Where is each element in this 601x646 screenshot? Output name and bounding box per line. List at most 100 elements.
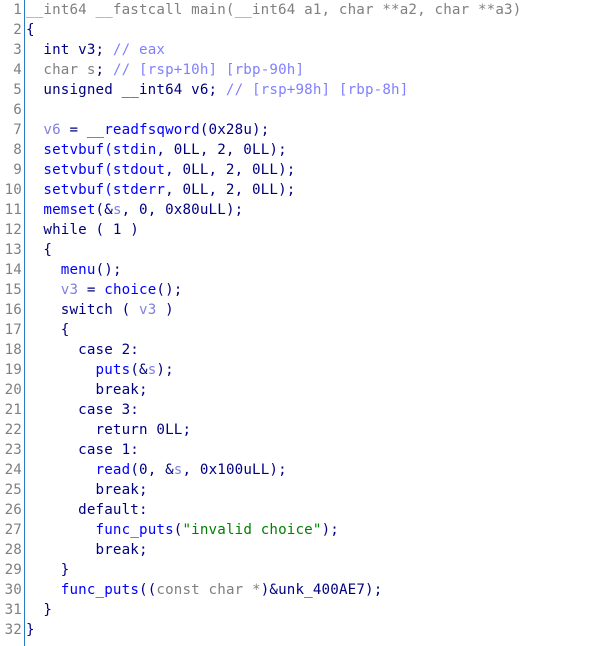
code-text[interactable]: int v3; // eax	[26, 40, 165, 60]
code-line[interactable]: 6	[0, 100, 521, 120]
code-line[interactable]: 4 char s; // [rsp+10h] [rbp-90h]	[0, 60, 521, 80]
code-token[interactable]: func_puts	[96, 522, 174, 538]
code-token[interactable]: menu	[61, 262, 96, 278]
code-token[interactable]: setvbuf(stderr	[43, 182, 165, 198]
code-token[interactable]: ((	[139, 582, 156, 598]
code-text[interactable]: default:	[26, 500, 148, 520]
code-token[interactable]: // [rsp+98h] [rbp-8h]	[226, 82, 409, 98]
code-token[interactable]: }	[26, 622, 35, 638]
code-token[interactable]: puts	[96, 362, 131, 378]
code-token[interactable]: case 2:	[26, 342, 139, 358]
code-line[interactable]: 29 }	[0, 560, 521, 580]
code-line[interactable]: 15 v3 = choice();	[0, 280, 521, 300]
code-text[interactable]: unsigned __int64 v6; // [rsp+98h] [rbp-8…	[26, 80, 408, 100]
code-token[interactable]: setvbuf(stdin	[43, 142, 156, 158]
code-line[interactable]: 21 case 3:	[0, 400, 521, 420]
code-line[interactable]: 12 while ( 1 )	[0, 220, 521, 240]
code-token[interactable]	[26, 142, 43, 158]
code-token[interactable]: __readfsqword	[87, 122, 200, 138]
code-token[interactable]: =	[61, 122, 87, 138]
code-text[interactable]: case 1:	[26, 440, 139, 460]
code-token[interactable]: unsigned __int64 v6;	[26, 82, 226, 98]
code-text[interactable]: case 2:	[26, 340, 139, 360]
code-token[interactable]: , 0x100uLL);	[183, 462, 287, 478]
code-text[interactable]: char s; // [rsp+10h] [rbp-90h]	[26, 60, 304, 80]
code-token[interactable]: char s	[26, 62, 96, 78]
code-line[interactable]: 11 memset(&s, 0, 0x80uLL);	[0, 200, 521, 220]
code-line[interactable]: 5 unsigned __int64 v6; // [rsp+98h] [rbp…	[0, 80, 521, 100]
code-token[interactable]: (&	[130, 362, 147, 378]
code-text[interactable]: }	[26, 600, 52, 620]
code-token[interactable]: // [rsp+10h] [rbp-90h]	[113, 62, 304, 78]
code-line[interactable]: 10 setvbuf(stderr, 0LL, 2, 0LL);	[0, 180, 521, 200]
code-token[interactable]: ;	[96, 62, 113, 78]
code-line[interactable]: 8 setvbuf(stdin, 0LL, 2, 0LL);	[0, 140, 521, 160]
code-token[interactable]: {	[26, 242, 52, 258]
code-text[interactable]: while ( 1 )	[26, 220, 139, 240]
code-line[interactable]: 14 menu();	[0, 260, 521, 280]
code-token[interactable]: )	[156, 302, 174, 318]
code-text[interactable]: func_puts((const char *)&unk_400AE7);	[26, 580, 382, 600]
code-text[interactable]: {	[26, 240, 52, 260]
code-token[interactable]: {	[26, 22, 35, 38]
code-token[interactable]: (&	[96, 202, 113, 218]
code-token[interactable]	[26, 522, 96, 538]
code-token[interactable]: s	[113, 202, 122, 218]
code-token[interactable]	[26, 202, 43, 218]
code-token[interactable]: =	[78, 282, 104, 298]
code-line[interactable]: 1 __int64 __fastcall main(__int64 a1, cha…	[0, 0, 521, 20]
code-token[interactable]: break;	[26, 482, 148, 498]
code-line[interactable]: 9 setvbuf(stdout, 0LL, 2, 0LL);	[0, 160, 521, 180]
code-text[interactable]: {	[26, 320, 70, 340]
code-token[interactable]: const char *	[156, 582, 260, 598]
code-text[interactable]: __int64 __fastcall main(__int64 a1, char…	[26, 0, 521, 20]
code-text[interactable]: }	[26, 560, 70, 580]
code-line[interactable]: 27 func_puts("invalid choice");	[0, 520, 521, 540]
code-token[interactable]: setvbuf(stdout	[43, 162, 165, 178]
code-token[interactable]: , 0LL, 2, 0LL);	[156, 142, 286, 158]
code-line[interactable]: 13 {	[0, 240, 521, 260]
code-token[interactable]: v3	[139, 302, 156, 318]
code-line[interactable]: 3 int v3; // eax	[0, 40, 521, 60]
code-token[interactable]	[26, 582, 61, 598]
code-token[interactable]: __int64 __fastcall main(__int64 a1, char…	[26, 2, 521, 18]
code-line[interactable]: 30 func_puts((const char *)&unk_400AE7);	[0, 580, 521, 600]
code-line[interactable]: 26 default:	[0, 500, 521, 520]
code-token[interactable]	[26, 122, 43, 138]
code-token[interactable]: return 0LL;	[26, 422, 191, 438]
code-token[interactable]: case 1:	[26, 442, 139, 458]
code-token[interactable]: while ( 1 )	[26, 222, 139, 238]
code-token[interactable]: case 3:	[26, 402, 139, 418]
code-line[interactable]: 17 {	[0, 320, 521, 340]
code-token[interactable]: int v3;	[26, 42, 113, 58]
code-token[interactable]: read	[96, 462, 131, 478]
code-line[interactable]: 32}	[0, 620, 521, 640]
code-text[interactable]: puts(&s);	[26, 360, 174, 380]
code-text[interactable]: v3 = choice();	[26, 280, 183, 300]
code-line[interactable]: 19 puts(&s);	[0, 360, 521, 380]
code-text[interactable]: break;	[26, 540, 148, 560]
code-text[interactable]: memset(&s, 0, 0x80uLL);	[26, 200, 243, 220]
code-text[interactable]: switch ( v3 )	[26, 300, 174, 320]
code-line[interactable]: 18 case 2:	[0, 340, 521, 360]
code-line[interactable]: 23 case 1:	[0, 440, 521, 460]
code-token[interactable]: "invalid choice"	[182, 522, 321, 538]
code-token[interactable]	[26, 282, 61, 298]
code-text[interactable]: case 3:	[26, 400, 139, 420]
code-token[interactable]: }	[26, 562, 70, 578]
code-token[interactable]: choice	[104, 282, 156, 298]
code-text[interactable]: setvbuf(stdin, 0LL, 2, 0LL);	[26, 140, 287, 160]
code-token[interactable]: ();	[96, 262, 122, 278]
code-text[interactable]: }	[26, 620, 35, 640]
code-text[interactable]: setvbuf(stdout, 0LL, 2, 0LL);	[26, 160, 295, 180]
code-token[interactable]: switch (	[26, 302, 139, 318]
code-line[interactable]: 20 break;	[0, 380, 521, 400]
code-text[interactable]: read(0, &s, 0x100uLL);	[26, 460, 287, 480]
code-line[interactable]: 28 break;	[0, 540, 521, 560]
code-token[interactable]: );	[322, 522, 339, 538]
code-token[interactable]: // eax	[113, 42, 165, 58]
code-line[interactable]: 16 switch ( v3 )	[0, 300, 521, 320]
code-token[interactable]: }	[26, 602, 52, 618]
code-token[interactable]: (0, &	[130, 462, 173, 478]
code-token[interactable]	[26, 462, 96, 478]
